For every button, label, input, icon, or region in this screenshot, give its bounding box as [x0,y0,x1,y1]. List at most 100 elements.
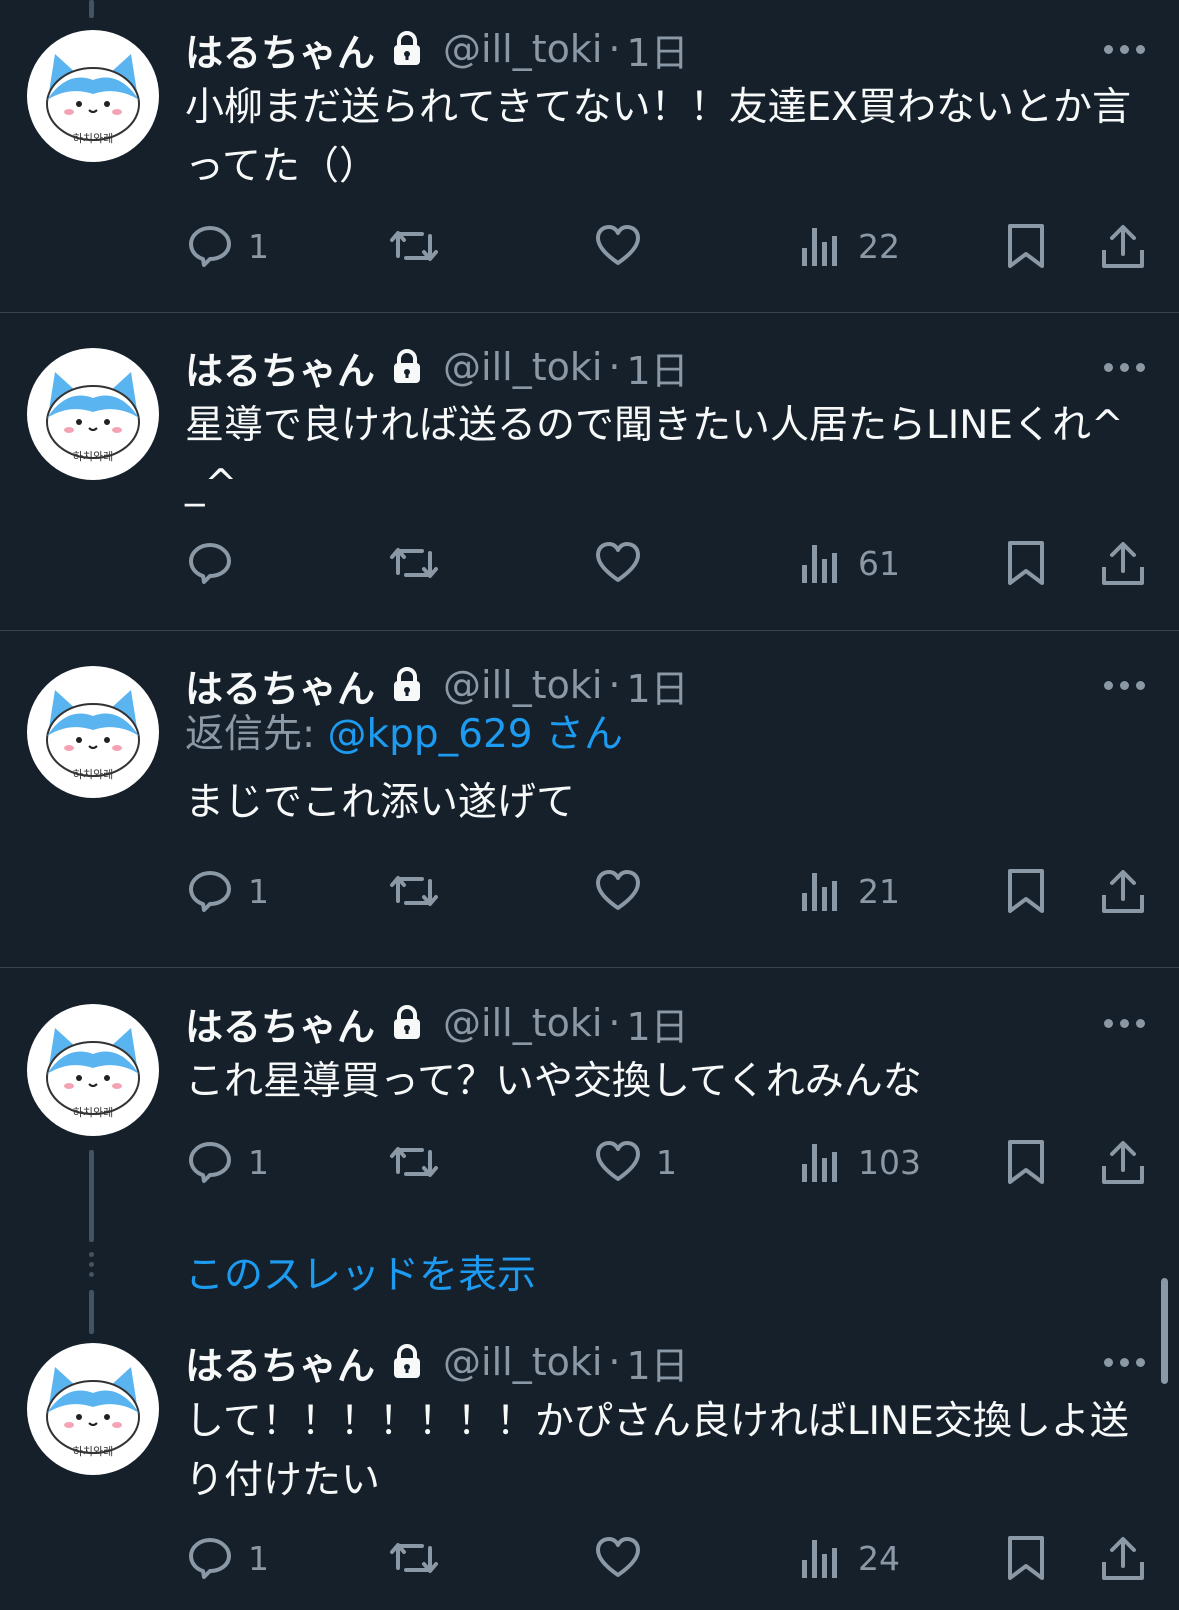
show-thread-link[interactable]: このスレッドを表示 [185,1244,536,1300]
tweet-2[interactable]: 하치와레 はるちゃん @ill_toki · 1日 星導で良ければ送るので聞きた… [0,313,1179,630]
heart-icon [596,1537,640,1577]
bookmark-icon [1008,1140,1044,1184]
views-button[interactable]: 61 [800,535,900,591]
share-button[interactable] [1100,863,1146,919]
retweet-button[interactable] [388,863,440,919]
views-button[interactable]: 103 [800,1134,921,1190]
username-handle[interactable]: @ill_toki [443,345,602,389]
share-icon [1102,870,1144,913]
tweet-4[interactable]: 하치와레 はるちゃん @ill_toki · 1日 これ星導買って？いや交換して… [0,968,1179,1190]
views-button[interactable]: 24 [800,1530,900,1586]
like-button[interactable] [594,218,656,274]
like-button[interactable]: 1 [594,1134,677,1190]
bookmark-button[interactable] [1006,218,1046,274]
reply-count: 1 [248,871,269,911]
views-icon [802,873,837,911]
like-button[interactable] [594,1530,656,1586]
views-button[interactable]: 22 [800,218,900,274]
share-button[interactable] [1100,218,1146,274]
retweet-icon [390,548,438,578]
username-handle[interactable]: @ill_toki [443,27,602,71]
avatar[interactable]: 하치와레 [27,1343,159,1475]
action-bar: 1 24 [0,1530,1179,1586]
more-icon[interactable] [1100,42,1150,56]
view-count: 21 [858,871,900,911]
more-icon[interactable] [1100,360,1150,374]
retweet-button[interactable] [388,218,440,274]
display-name[interactable]: はるちゃん [185,340,375,395]
share-icon [1102,542,1144,585]
thread-connector-line [89,1150,94,1242]
retweet-button[interactable] [388,1134,440,1190]
tweet-text: まじでこれ添い遂げて [185,780,576,825]
action-bar: 1 1 103 [0,1134,1179,1190]
avatar[interactable]: 하치와레 [27,1004,159,1136]
like-button[interactable] [594,863,656,919]
svg-text:하치와레: 하치와레 [73,1105,113,1119]
retweet-button[interactable] [388,535,440,591]
tweet-5[interactable]: 하치와레 はるちゃん @ill_toki · 1日 して！！！！！！！かぴさん良… [0,1306,1179,1610]
views-icon [802,1540,837,1578]
reply-button[interactable]: 1 [186,1134,269,1190]
avatar[interactable]: 하치와레 [27,348,159,480]
retweet-icon [390,231,438,261]
tweet-header: はるちゃん @ill_toki · 1日 [185,22,689,77]
like-button[interactable] [594,535,656,591]
bookmark-icon [1008,541,1044,585]
reply-icon [189,1538,231,1579]
bookmark-button[interactable] [1006,535,1046,591]
username-handle[interactable]: @ill_toki [443,663,602,707]
reply-button[interactable] [186,535,248,591]
display-name[interactable]: はるちゃん [185,996,375,1051]
display-name[interactable]: はるちゃん [185,22,375,77]
heart-icon [596,870,640,910]
reply-to-prefix: 返信先: [185,712,328,757]
avatar[interactable]: 하치와레 [27,666,159,798]
timestamp[interactable]: 1日 [627,340,689,395]
more-icon[interactable] [1100,1355,1150,1369]
lock-icon [391,349,423,385]
heart-icon [596,1141,640,1181]
tweet-1[interactable]: 하치와레 はるちゃん @ill_toki · 1日 小柳まだ送られてきてない！！… [0,0,1179,312]
bookmark-button[interactable] [1006,1134,1046,1190]
more-icon[interactable] [1100,678,1150,692]
more-icon[interactable] [1100,1016,1150,1030]
reply-icon [189,871,231,912]
username-handle[interactable]: @ill_toki [443,1340,602,1384]
tweet-3[interactable]: 하치와레 はるちゃん @ill_toki · 1日 返信先: @kpp_629 … [0,631,1179,967]
separator-dot: · [608,345,621,389]
share-button[interactable] [1100,1530,1146,1586]
share-icon [1102,1537,1144,1580]
avatar[interactable]: 하치와레 [27,30,159,162]
reply-button[interactable]: 1 [186,863,269,919]
heart-icon [596,542,640,582]
views-button[interactable]: 21 [800,863,900,919]
bookmark-button[interactable] [1006,863,1046,919]
view-count: 22 [858,226,900,266]
reply-button[interactable]: 1 [186,1530,269,1586]
display-name[interactable]: はるちゃん [185,1335,375,1390]
bookmark-button[interactable] [1006,1530,1046,1586]
share-button[interactable] [1100,535,1146,591]
timestamp[interactable]: 1日 [627,996,689,1051]
retweet-button[interactable] [388,1530,440,1586]
timestamp[interactable]: 1日 [627,22,689,77]
hachiware-avatar-image: 하치와레 [46,690,140,781]
reply-to-mention[interactable]: @kpp_629 さん [328,712,623,757]
scrollbar[interactable] [1161,1278,1168,1384]
share-button[interactable] [1100,1134,1146,1190]
svg-text:하치와레: 하치와레 [73,449,113,463]
timestamp[interactable]: 1日 [627,658,689,713]
hachiware-avatar-image: 하치와레 [46,54,140,145]
views-icon [802,545,837,583]
timestamp[interactable]: 1日 [627,1335,689,1390]
hachiware-avatar-image: 하치와레 [46,372,140,463]
lock-icon [391,1005,423,1041]
tweet-text: 星導で良ければ送るので聞きたい人居たらLINEくれ^_^ [185,403,1124,507]
username-handle[interactable]: @ill_toki [443,1001,602,1045]
svg-text:하치와레: 하치와레 [73,767,113,781]
separator-dot: · [608,1340,621,1384]
reply-button[interactable]: 1 [186,218,269,274]
svg-text:하치와레: 하치와레 [73,131,113,145]
thread-connector-dots [89,1252,94,1277]
